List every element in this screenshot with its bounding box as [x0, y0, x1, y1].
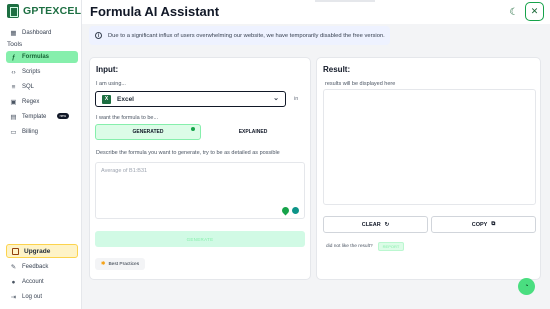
sidebar-item-account[interactable]: ● Account: [6, 276, 78, 288]
excel-icon: X: [102, 94, 111, 104]
explained-label: EXPLAINED: [238, 129, 268, 135]
page-title: Formula AI Assistant: [90, 4, 220, 19]
regex-icon: ▣: [10, 99, 17, 106]
result-output[interactable]: [323, 89, 536, 205]
generated-option[interactable]: GENERATED: [95, 124, 201, 140]
sidebar-item-logout[interactable]: ⇥ Log out: [6, 291, 78, 303]
app-select[interactable]: X Excel ⌄: [95, 91, 286, 107]
best-practices-button[interactable]: ✱ Best Practices: [95, 258, 145, 270]
notice-banner: i Due to a significant influx of users o…: [89, 26, 390, 45]
logo-text: GPTEXCEL: [23, 5, 82, 17]
feedback-icon: ✎: [10, 264, 17, 271]
sidebar-item-dashboard[interactable]: ▦ Dashboard: [6, 27, 78, 39]
result-feedback: did not like the result? REPORT: [326, 242, 405, 251]
notice-text: Due to a significant influx of users ove…: [108, 32, 385, 39]
upgrade-button[interactable]: Upgrade: [6, 244, 78, 258]
textarea-icons: [280, 205, 299, 216]
describe-label: Describe the formula you want to generat…: [96, 150, 280, 156]
user-icon: ●: [11, 278, 16, 286]
excel-logo-icon: [7, 4, 19, 18]
textarea-placeholder: Average of B1:B31: [101, 168, 148, 174]
pin-icon[interactable]: [280, 205, 291, 216]
clear-button[interactable]: CLEAR ↻: [323, 216, 428, 233]
sidebar-item-feedback[interactable]: ✎ Feedback: [6, 261, 78, 273]
header-divider: [315, 0, 375, 2]
sidebar-section-tools: Tools: [7, 41, 23, 48]
sidebar-item-label: Billing: [22, 129, 39, 135]
sidebar-item-label: Dashboard: [22, 30, 52, 36]
globe-icon[interactable]: [292, 207, 299, 214]
topbar: Formula AI Assistant ☾ ✕: [82, 0, 550, 24]
chat-support-icon[interactable]: ◔: [518, 278, 535, 295]
sidebar-item-label: Template: [22, 114, 47, 120]
clear-label: CLEAR: [361, 221, 381, 228]
sidebar-item-formulas[interactable]: ƒ Formulas: [6, 51, 78, 63]
sidebar: GPTEXCEL ▦ Dashboard Tools ƒ Formulas ‹›…: [0, 0, 82, 309]
want-label: I want the formula to be...: [96, 115, 159, 121]
sidebar-item-billing[interactable]: ▭ Billing: [6, 126, 78, 138]
clear-icon: ↻: [384, 221, 390, 228]
sidebar-item-label: Log out: [22, 294, 43, 300]
database-icon: ≡: [11, 83, 16, 91]
sidebar-item-label: Feedback: [22, 264, 49, 270]
result-panel: Result: results will be displayed here C…: [316, 57, 541, 280]
profile-icon[interactable]: ✕: [525, 2, 544, 21]
sidebar-item-label: Account: [22, 279, 44, 285]
mode-toggle: GENERATED EXPLAINED: [95, 124, 305, 140]
sidebar-item-scripts[interactable]: ‹› Scripts: [6, 66, 78, 78]
selected-app: Excel: [117, 95, 134, 103]
input-title: Input:: [96, 65, 119, 74]
formula-description-input[interactable]: Average of B1:B31: [95, 162, 305, 219]
copy-icon: ⧉: [491, 221, 496, 227]
sidebar-item-sql[interactable]: ≡ SQL: [6, 81, 78, 93]
code-icon: ‹›: [11, 68, 16, 76]
sidebar-item-label: Formulas: [22, 54, 50, 60]
moon-icon[interactable]: ☾: [508, 6, 520, 18]
template-icon: ▤: [10, 114, 17, 121]
upgrade-icon: [12, 247, 19, 255]
formula-icon: ƒ: [11, 53, 16, 61]
input-panel: Input: I am using... X Excel ⌄ in I want…: [89, 57, 311, 280]
logout-icon: ⇥: [10, 294, 17, 301]
result-placeholder: results will be displayed here: [325, 81, 396, 87]
dislike-text: did not like the result?: [326, 244, 373, 249]
info-icon: i: [95, 32, 102, 39]
upgrade-label: Upgrade: [24, 247, 51, 255]
sidebar-item-regex[interactable]: ▣ Regex: [6, 96, 78, 108]
copy-button[interactable]: COPY ⧉: [431, 216, 536, 233]
billing-icon: ▭: [10, 129, 17, 136]
in-label: in: [294, 96, 299, 102]
report-button[interactable]: REPORT: [377, 242, 405, 251]
logo[interactable]: GPTEXCEL: [7, 4, 81, 18]
sidebar-item-template[interactable]: ▤ Template new: [6, 111, 78, 123]
generate-button[interactable]: GENERATE: [95, 231, 305, 247]
sidebar-item-label: Scripts: [22, 69, 41, 75]
star-icon: ✱: [100, 261, 106, 267]
new-badge: new: [56, 113, 69, 119]
result-title: Result:: [323, 65, 351, 74]
sidebar-item-label: Regex: [22, 99, 40, 105]
best-practices-label: Best Practices: [108, 261, 140, 267]
using-label: I am using...: [96, 81, 126, 87]
dashboard-icon: ▦: [10, 30, 17, 37]
sidebar-item-label: SQL: [22, 84, 35, 90]
selected-dot-icon: [191, 127, 195, 131]
explained-option[interactable]: EXPLAINED: [201, 124, 305, 140]
chevron-down-icon: ⌄: [273, 95, 279, 102]
generated-label: GENERATED: [132, 129, 164, 135]
copy-label: COPY: [471, 221, 488, 228]
